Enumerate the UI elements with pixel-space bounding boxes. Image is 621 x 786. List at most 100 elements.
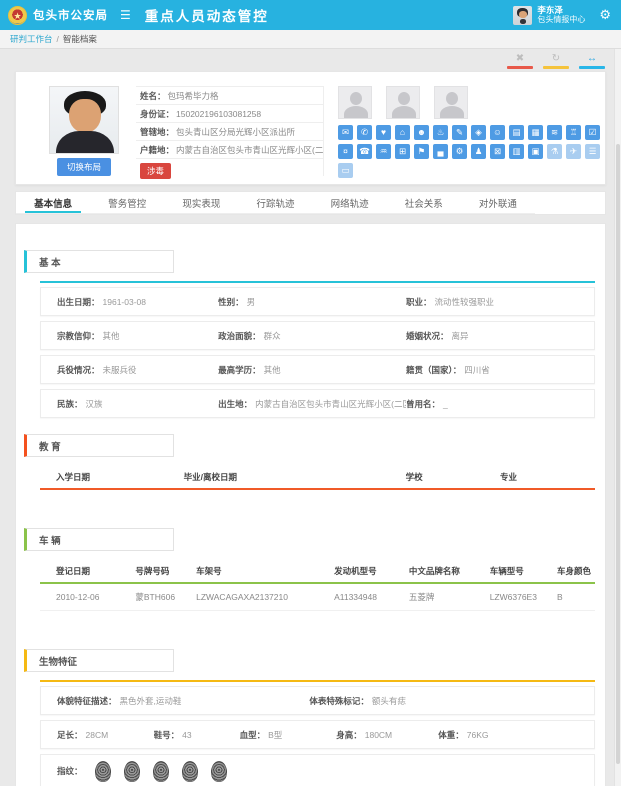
basic-info-panel: 基 本 出生日期：1961-03-08 性别：男 职业：流动性较强职业 宗教信仰… [15, 223, 606, 786]
field-value: 群众 [264, 330, 281, 342]
user-avatar[interactable] [513, 6, 532, 25]
column-header: 车身颜色 [541, 559, 595, 583]
phone-call-icon[interactable]: ✆ [357, 125, 372, 140]
case-check-icon[interactable]: ☑ [585, 125, 600, 140]
fingerprint-image[interactable] [124, 761, 140, 782]
cell-reg-date: 2010-12-06 [40, 583, 119, 611]
switch-layout-button[interactable]: 切换布局 [57, 158, 111, 176]
field-label: 出生地： [218, 398, 252, 410]
breadcrumb-current: 智能档案 [63, 33, 97, 45]
table-row: 2010-12-06 蒙BTH606 LZWACAGAXA2137210 A11… [40, 583, 595, 611]
document-icon[interactable]: ▤ [509, 125, 524, 140]
education-table: 入学日期 毕业/离校日期 学校 专业 [40, 465, 595, 490]
breadcrumb-parent-link[interactable]: 研判工作台 [10, 33, 53, 45]
field-label: 最高学历： [218, 364, 261, 376]
card-controls: ✖ ↻ ↔ [16, 53, 605, 69]
basic-row: 宗教信仰：其他 政治面貌：群众 婚姻状况：离异 [40, 321, 595, 350]
section-education: 入学日期 毕业/离校日期 学校 专业 [40, 465, 595, 512]
column-header: 号牌号码 [119, 559, 180, 583]
tab-external-contact[interactable]: 对外联通 [461, 192, 535, 214]
home-icon[interactable]: ⌂ [395, 125, 410, 140]
finance-icon[interactable]: ¤ [338, 144, 353, 159]
field-label: 管辖地： [140, 126, 174, 138]
education-icon[interactable]: ✎ [452, 125, 467, 140]
field-label: 身份证： [140, 108, 174, 120]
tab-police-control[interactable]: 警务管控 [90, 192, 164, 214]
yellow-indicator-bar [543, 66, 569, 69]
tags-icon[interactable]: ⚑ [414, 144, 429, 159]
bank-icon[interactable]: ♖ [566, 125, 581, 140]
field-value: 内蒙古自治区包头市青山区光辉小区(二区)-1-86 [255, 398, 406, 410]
user-dept: 包头情报中心 [537, 15, 585, 24]
tab-real-performance[interactable]: 现实表现 [164, 192, 238, 214]
column-header: 专业 [484, 465, 595, 489]
tab-social-relations[interactable]: 社会关系 [387, 192, 461, 214]
certificate-icon[interactable]: ▦ [528, 125, 543, 140]
ticket-icon[interactable]: ▭ [338, 163, 353, 178]
field-value: 包头青山区分局光辉小区派出所 [176, 126, 295, 138]
column-header: 毕业/离校日期 [168, 465, 390, 489]
fingerprint-image[interactable] [95, 761, 111, 782]
tab-basic-info[interactable]: 基本信息 [16, 192, 90, 214]
relations-icon[interactable]: ☻ [414, 125, 429, 140]
placeholder-avatar[interactable] [338, 86, 372, 119]
settings-gear-icon[interactable]: ⚙ [599, 7, 611, 23]
hotel-icon[interactable]: ♨ [433, 125, 448, 140]
fingerprint-image[interactable] [211, 761, 227, 782]
field-label: 政治面貌： [218, 330, 261, 342]
railway-icon[interactable]: ☰ [585, 144, 600, 159]
field-label: 体重： [438, 729, 464, 741]
vertical-scrollbar[interactable] [614, 49, 621, 786]
lab-icon[interactable]: ⚗ [547, 144, 562, 159]
fullscreen-button[interactable]: ✖ [507, 53, 533, 69]
person-icon[interactable]: ☺ [490, 125, 505, 140]
field-value: 流动性较强职业 [435, 296, 495, 308]
collapse-button[interactable]: ↔ [579, 53, 605, 69]
fingerprint-image[interactable] [182, 761, 198, 782]
field-value: 汉族 [86, 398, 103, 410]
field-label: 出生日期： [57, 296, 100, 308]
field-label: 婚姻状况： [406, 330, 449, 342]
bed-record-icon[interactable]: ▄ [433, 144, 448, 159]
health-icon[interactable]: ♥ [376, 125, 391, 140]
basic-row: 兵役情况：未服兵役 最高学历：其他 籍贯（国家）：四川省 [40, 355, 595, 384]
person-photo [49, 86, 119, 154]
portrait-icon[interactable]: ♟ [471, 144, 486, 159]
field-label: 籍贯（国家）： [406, 364, 461, 376]
signal-icon[interactable]: ♒ [376, 144, 391, 159]
scrollbar-thumb[interactable] [616, 144, 620, 764]
field-name: 姓名： 包玛希毕力格 [136, 87, 323, 105]
truck-icon[interactable]: ▣ [528, 144, 543, 159]
user-box[interactable]: 李东泽 包头情报中心 [513, 6, 585, 25]
flight-icon[interactable]: ✈ [566, 144, 581, 159]
field-value: 未服兵役 [103, 364, 137, 376]
tab-movement-track[interactable]: 行踪轨迹 [238, 192, 312, 214]
gear-record-icon[interactable]: ⚙ [452, 144, 467, 159]
column-header: 登记日期 [40, 559, 119, 583]
field-jurisdiction: 管辖地： 包头青山区分局光辉小区派出所 [136, 123, 323, 141]
vehicle-icon[interactable]: ◈ [471, 125, 486, 140]
drug-related-badge: 涉毒 [140, 163, 171, 179]
police-car-icon[interactable]: ⊞ [395, 144, 410, 159]
app-title: 重点人员动态管控 [145, 5, 269, 25]
message-icon[interactable]: ✉ [338, 125, 353, 140]
id-card-icon[interactable]: ▥ [509, 144, 524, 159]
breadcrumb: 研判工作台 / 智能档案 [0, 30, 621, 49]
column-header: 入学日期 [40, 465, 168, 489]
telephone-icon[interactable]: ☎ [357, 144, 372, 159]
taxi-icon[interactable]: ⊠ [490, 144, 505, 159]
tab-network-track[interactable]: 网络轨迹 [313, 192, 387, 214]
wifi-icon[interactable]: ≋ [547, 125, 562, 140]
field-label: 体表特殊标记： [309, 695, 369, 707]
refresh-button[interactable]: ↻ [543, 53, 569, 69]
field-value: 43 [182, 730, 191, 740]
field-value: 内蒙古自治区包头市青山区光辉小区(二区)-1-86 [176, 144, 323, 156]
org-name: 包头市公安局 [33, 7, 108, 23]
placeholder-avatar[interactable] [434, 86, 468, 119]
fingerprint-image[interactable] [153, 761, 169, 782]
field-value: 四川省 [464, 364, 490, 376]
placeholder-avatar[interactable] [386, 86, 420, 119]
collapse-icon: ↔ [587, 53, 597, 64]
hamburger-menu-icon[interactable]: ☰ [120, 8, 131, 22]
cell-brand: 五菱牌 [393, 583, 474, 611]
